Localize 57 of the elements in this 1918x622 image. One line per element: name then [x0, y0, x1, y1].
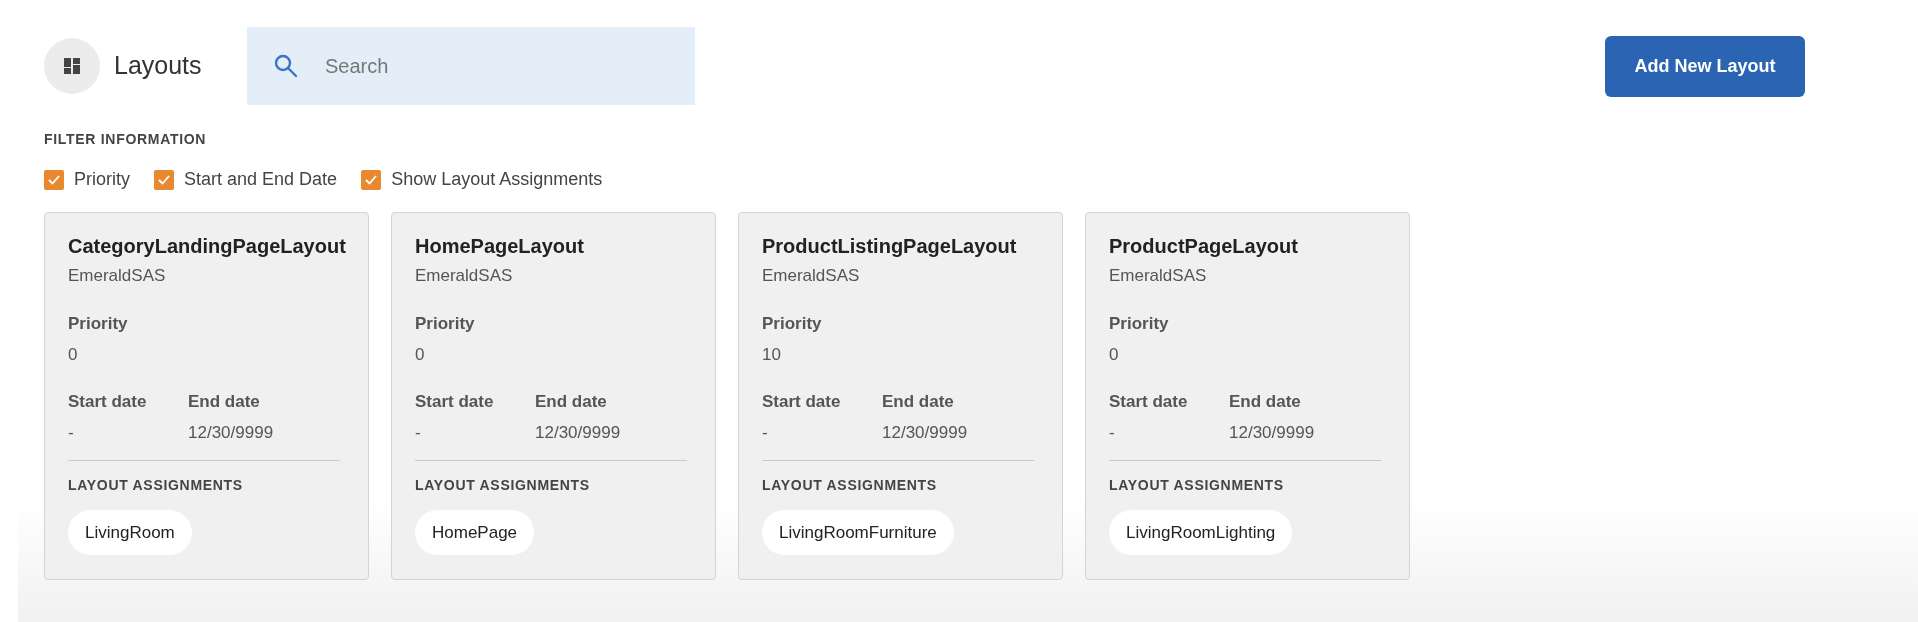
end-date-label: End date — [188, 390, 261, 413]
start-date-value: - — [1109, 422, 1116, 444]
start-date-label: Start date — [1109, 390, 1189, 413]
checkbox[interactable] — [44, 169, 64, 190]
start-date-label: Start date — [68, 390, 148, 413]
start-date-label: Start date — [415, 390, 495, 413]
filter-heading: FILTER INFORMATION — [44, 130, 208, 149]
start-date-value: - — [415, 422, 422, 444]
assignment-chip[interactable]: LivingRoom — [68, 509, 192, 555]
search-bar[interactable]: Search — [247, 27, 695, 105]
end-date-label: End date — [535, 390, 608, 413]
start-date-label: Start date — [762, 390, 842, 413]
assignments-heading: LAYOUT ASSIGNMENTS — [1109, 475, 1285, 495]
assignments-heading: LAYOUT ASSIGNMENTS — [68, 475, 244, 495]
assignment-chip[interactable]: HomePage — [415, 509, 535, 555]
priority-value: 0 — [1109, 344, 1120, 366]
search-input[interactable]: Search — [325, 51, 665, 81]
card-title: HomePageLayout — [415, 234, 585, 259]
card-title: CategoryLandingPageLayout — [68, 234, 347, 259]
priority-label: Priority — [762, 312, 823, 335]
checkbox-label: Show Layout Assignments — [391, 168, 603, 191]
end-date-label: End date — [882, 390, 955, 413]
checkbox-label: Priority — [74, 168, 130, 191]
priority-label: Priority — [68, 312, 129, 335]
layout-card[interactable]: HomePageLayout EmeraldSAS Priority 0 Start date End date - 12/30/9999 LAYOUT ASSIGNMENTS HomePage — [391, 212, 716, 580]
site-name: EmeraldSAS — [68, 265, 167, 287]
assignments-heading: LAYOUT ASSIGNMENTS — [762, 475, 938, 495]
search-icon — [273, 53, 299, 79]
priority-label: Priority — [415, 312, 476, 335]
assignment-chip[interactable]: LivingRoomFurniture — [762, 509, 954, 555]
end-date-label: End date — [1229, 390, 1302, 413]
card-title: ProductPageLayout — [1109, 234, 1299, 259]
end-date-value: 12/30/9999 — [535, 422, 622, 444]
add-new-layout-button[interactable]: Add New Layout — [1605, 35, 1805, 97]
assignments-heading: LAYOUT ASSIGNMENTS — [415, 475, 591, 495]
layout-icon — [44, 38, 100, 94]
priority-value: 0 — [68, 344, 79, 366]
layout-card[interactable]: ProductListingPageLayout EmeraldSAS Priority 10 Start date End date - 12/30/9999 LAYOUT ASSIGNMENTS LivingRoomFurniture — [738, 212, 1063, 580]
site-name: EmeraldSAS — [415, 265, 514, 287]
priority-value: 0 — [415, 344, 426, 366]
card-title: ProductListingPageLayout — [762, 234, 1018, 259]
checkbox[interactable] — [361, 169, 382, 190]
start-date-value: - — [68, 422, 75, 444]
layout-card[interactable]: ProductPageLayout EmeraldSAS Priority 0 Start date End date - 12/30/9999 LAYOUT ASSIGNMENTS LivingRoomLighting — [1085, 212, 1410, 580]
end-date-value: 12/30/9999 — [188, 422, 275, 444]
assignment-chip[interactable]: LivingRoomLighting — [1109, 509, 1293, 555]
layout-card[interactable]: CategoryLandingPageLayout EmeraldSAS Priority 0 Start date End date - 12/30/9999 LAYOUT ASSIGNMENTS LivingRoom — [44, 212, 369, 580]
site-name: EmeraldSAS — [1109, 265, 1208, 287]
end-date-value: 12/30/9999 — [1229, 422, 1316, 444]
start-date-value: - — [762, 422, 769, 444]
priority-label: Priority — [1109, 312, 1170, 335]
end-date-value: 12/30/9999 — [882, 422, 969, 444]
checkbox[interactable] — [154, 169, 174, 190]
priority-value: 10 — [762, 344, 782, 366]
checkbox-label: Start and End Date — [184, 168, 338, 191]
site-name: EmeraldSAS — [762, 265, 861, 287]
page-title: Layouts — [114, 50, 203, 82]
